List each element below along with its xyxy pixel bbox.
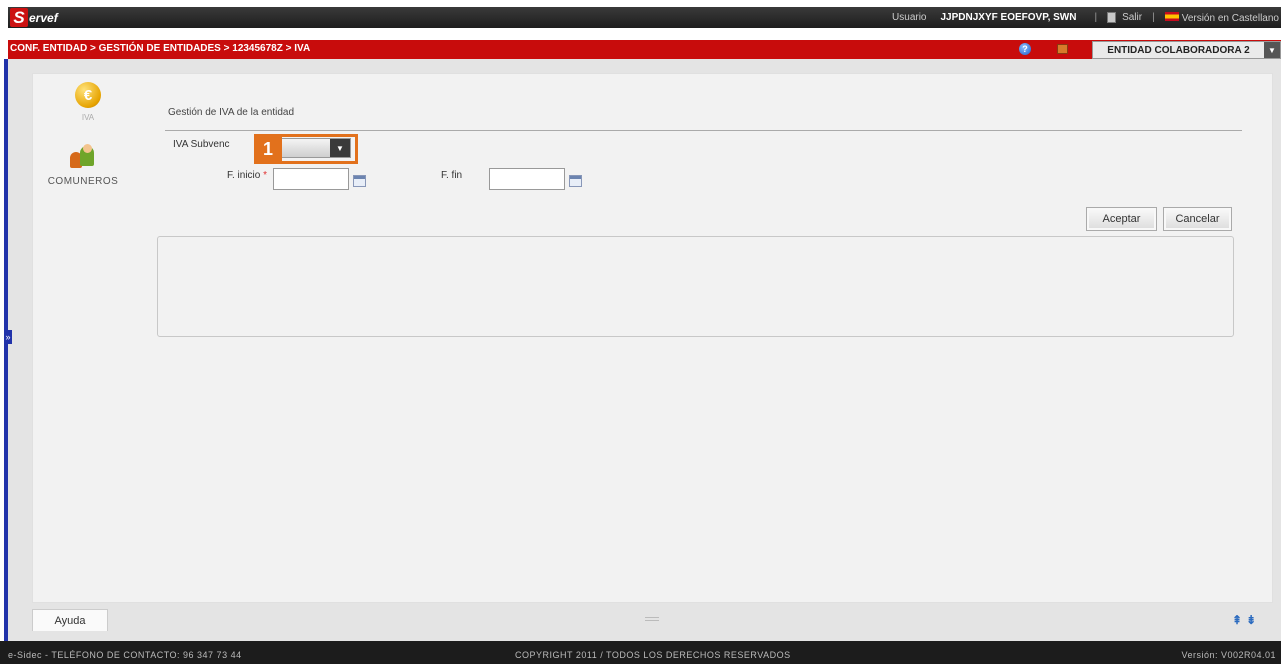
scroll-top-icon[interactable]: ⇞ [1232,613,1242,627]
separator: | [1152,12,1155,23]
spain-flag-icon [1164,11,1179,21]
content-panel: € IVA COMUNEROS Gestión de IVA de la ent… [32,73,1273,621]
scroll-bottom-icon[interactable]: ⇟ [1246,613,1256,627]
breadcrumb: CONF. ENTIDAD > GESTIÓN DE ENTIDADES > 1… [10,43,311,54]
start-date-label: F. inicio * [227,170,268,181]
chevron-down-icon[interactable]: ▼ [1264,42,1280,58]
sidebar-item-comuneros[interactable]: COMUNEROS [43,144,123,187]
end-date-label: F. fin [441,170,463,181]
exit-link[interactable]: Salir [1122,12,1142,23]
cancel-button[interactable]: Cancelar [1163,207,1232,231]
language-label: Versión en Castellano [1181,12,1279,24]
footer-version: Versión: V002R04.01 [1181,650,1276,660]
euro-icon: € [75,82,101,108]
logo-letter: S [10,8,28,27]
scroll-controls: ⇞ ⇟ [1232,613,1256,627]
language-link[interactable]: Versión en Castellano [1164,11,1279,24]
calendar-icon[interactable] [569,175,582,187]
top-bar: S ervef Usuario JJPDNJXYF EOEFOVP, SWN |… [8,7,1281,28]
user-label: Usuario [892,12,927,23]
entity-selected-label: ENTIDAD COLABORADORA 2 [1107,44,1250,56]
separator: | [1094,12,1098,23]
footer: e-Sidec - TELÉFONO DE CONTACTO: 96 347 7… [0,641,1281,664]
sidebar-item-label: COMUNEROS [47,176,119,187]
exit-icon[interactable] [1107,12,1117,23]
sidebar-edge [4,59,8,641]
highlight-frame [276,134,358,164]
user-name: JJPDNJXYF EOEFOVP, SWN [940,12,1077,23]
people-icon [68,144,98,170]
section-title: Gestión de IVA de la entidad [168,107,295,118]
logo-text: ervef [29,10,58,25]
entity-selector[interactable]: ENTIDAD COLABORADORA 2 ▼ [1092,41,1281,59]
footer-copyright: COPYRIGHT 2011 / TODOS LOS DERECHOS RESE… [515,650,791,660]
results-area [157,236,1234,337]
main-area: € IVA COMUNEROS Gestión de IVA de la ent… [8,59,1281,641]
expand-sidebar-icon[interactable]: » [4,330,12,344]
sidebar-item-label: IVA [81,113,95,122]
footer-contact: e-Sidec - TELÉFONO DE CONTACTO: 96 347 7… [8,650,242,660]
accept-button[interactable]: Aceptar [1086,207,1157,231]
user-info: Usuario JJPDNJXYF EOEFOVP, SWN | Salir |… [892,7,1279,28]
end-date-input[interactable] [489,168,565,190]
start-date-input[interactable] [273,168,349,190]
step-callout: 1 [254,134,282,164]
sidebar-item-iva[interactable]: € IVA [63,82,113,122]
app-logo[interactable]: S ervef [10,7,58,28]
divider [165,130,1242,131]
calendar-icon[interactable] [353,175,366,187]
resize-grip[interactable] [645,617,659,621]
help-icon[interactable]: ? [1019,43,1031,55]
help-tab[interactable]: Ayuda [32,609,108,631]
breadcrumb-bar: CONF. ENTIDAD > GESTIÓN DE ENTIDADES > 1… [8,40,1281,59]
iva-subvencionable-label: IVA Subvenc [173,139,230,150]
required-mark: * [263,170,268,181]
notification-icon[interactable] [1057,44,1068,54]
